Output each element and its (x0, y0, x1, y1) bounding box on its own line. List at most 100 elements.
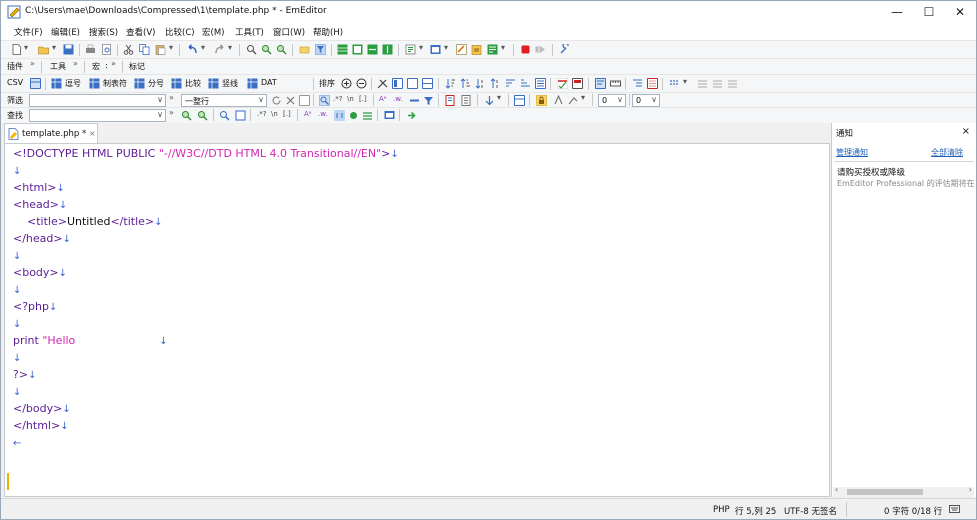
ruler-icon[interactable] (610, 78, 621, 89)
maximize-button[interactable]: ☐ (913, 1, 945, 23)
tools-overflow-icon[interactable]: » (73, 59, 78, 68)
minimize-button[interactable]: — (881, 1, 913, 23)
find-clear-icon[interactable] (219, 110, 230, 121)
snippets-icon[interactable] (456, 44, 467, 55)
filter-down-dropdown-icon[interactable]: ▾ (497, 93, 501, 102)
notification-item[interactable]: 请购买授权或降级 EmEditor Professional 的评估期将在 (834, 161, 974, 499)
clear-all-link[interactable]: 全部清除 (931, 147, 963, 158)
separator-dropdown-icon[interactable]: ▾ (683, 77, 687, 86)
panel-close-icon[interactable]: × (962, 126, 970, 137)
code-line[interactable]: <!DOCTYPE HTML PUBLIC "-//W3C//DTD HTML … (13, 147, 399, 164)
csv-label[interactable]: CSV (7, 78, 23, 87)
spell-check-icon[interactable] (557, 78, 568, 89)
filter-contents-icon[interactable] (461, 95, 472, 106)
dat-icon[interactable] (247, 78, 258, 89)
open-file-icon[interactable] (38, 44, 49, 55)
close-button[interactable]: ✕ (944, 1, 976, 23)
filter-style-dropdown-icon[interactable]: ▾ (581, 93, 585, 102)
find-wildcard-label[interactable]: .*? (257, 110, 266, 118)
sort-options-icon[interactable] (535, 78, 546, 89)
menu-compare[interactable]: 比较(C) (165, 26, 195, 38)
run-macro-icon[interactable] (535, 44, 546, 55)
find-overflow-icon[interactable]: » (169, 108, 174, 117)
menu-help[interactable]: 帮助(H) (313, 26, 343, 38)
find-incremental-icon[interactable] (334, 110, 345, 121)
find-escape-label[interactable]: \n (271, 110, 278, 118)
filter-style-icon[interactable] (568, 95, 579, 106)
highlight-icon[interactable] (299, 44, 310, 55)
code-line[interactable]: </head>↓ (13, 232, 71, 249)
filter-input[interactable]: ∨ (29, 94, 166, 107)
find-highlight-icon[interactable] (348, 110, 359, 121)
delete-column-icon[interactable] (356, 78, 367, 89)
customize-icon[interactable] (559, 44, 570, 55)
indent-icon[interactable] (632, 78, 643, 89)
find-word-label[interactable]: .w. (318, 110, 328, 118)
find-case-label[interactable]: Aᵃ (304, 110, 312, 118)
code-line[interactable]: ↓ (13, 385, 21, 402)
paste-dropdown-icon[interactable]: ▾ (169, 43, 173, 52)
code-line[interactable]: <head>↓ (13, 198, 67, 215)
filter-tag-icon[interactable] (553, 95, 564, 106)
cut-icon[interactable] (123, 44, 134, 55)
filter-negative-icon[interactable] (409, 95, 420, 106)
scroll-right-icon[interactable]: › (969, 485, 972, 494)
tab-separated-icon[interactable] (89, 78, 100, 89)
code-line[interactable]: ↓ (13, 164, 21, 181)
grid-icon[interactable] (422, 78, 433, 89)
filter-number-2-dropdown-icon[interactable]: ∨ (651, 95, 657, 104)
filter-number-1[interactable]: 0 ∨ (598, 94, 626, 107)
open-dropdown-icon[interactable]: ▾ (52, 43, 56, 52)
panel-horizontal-scrollbar[interactable]: ‹ › (833, 485, 974, 497)
freeze-icon[interactable] (407, 78, 418, 89)
copy-icon[interactable] (139, 44, 150, 55)
plugins-label[interactable]: 插件 (7, 61, 23, 72)
code-line[interactable]: <title>Untitled</title>↓ (13, 215, 163, 232)
keyboard-icon[interactable] (949, 504, 960, 514)
compare-csv-icon[interactable] (171, 78, 182, 89)
code-line[interactable]: ↓ (13, 249, 21, 266)
column-icon[interactable] (392, 78, 403, 89)
status-encoding[interactable]: UTF-8 无签名 (784, 505, 837, 517)
record-macro-icon[interactable] (520, 44, 531, 55)
check-all-icon[interactable] (697, 78, 708, 89)
comma-icon[interactable] (51, 78, 62, 89)
csv-join-icon[interactable] (367, 44, 378, 55)
csv-tools-icon[interactable] (377, 78, 388, 89)
manage-notifications-link[interactable]: 管理通知 (836, 147, 868, 158)
calculator-icon[interactable] (572, 78, 583, 89)
find-go-icon[interactable] (406, 110, 417, 121)
undo-dropdown-icon[interactable]: ▾ (201, 43, 205, 52)
find-all-icon[interactable] (235, 110, 246, 121)
code-line[interactable]: <html>↓ (13, 181, 65, 198)
find-highlight-all-icon[interactable] (362, 110, 373, 121)
filter-advanced-icon[interactable] (299, 95, 310, 106)
outline-icon[interactable] (405, 44, 416, 55)
explorer-icon[interactable] (430, 44, 441, 55)
filter-word-label[interactable]: .w. (393, 95, 403, 103)
plugins-overflow-icon[interactable]: » (30, 59, 35, 68)
sort-label[interactable]: 排序 (319, 78, 335, 89)
find-next-icon[interactable] (261, 44, 272, 55)
menu-window[interactable]: 窗口(W) (273, 26, 305, 38)
filter-case-label[interactable]: Aᵃ (379, 95, 387, 103)
find-next-bar-icon[interactable] (181, 110, 192, 121)
tab-separated-label[interactable]: 制表符 (103, 78, 127, 89)
status-language[interactable]: PHP (713, 505, 730, 515)
print-icon[interactable] (85, 44, 96, 55)
pipe-label[interactable]: 竖线 (222, 78, 238, 89)
code-line[interactable]: </html>↓ (13, 419, 69, 436)
save-icon[interactable] (63, 44, 74, 55)
csv-view-icon[interactable] (30, 78, 41, 89)
clipboard-history-icon[interactable] (471, 44, 482, 55)
code-line[interactable]: <body>↓ (13, 266, 67, 283)
sort-length-asc-icon[interactable] (505, 78, 516, 89)
filter-dropdown-icon[interactable]: ∨ (157, 95, 163, 104)
expand-icon[interactable] (727, 78, 738, 89)
comma-label[interactable]: 逗号 (65, 78, 81, 89)
menu-tools[interactable]: 工具(T) (235, 26, 264, 38)
sort-length-desc-icon[interactable] (520, 78, 531, 89)
marks-label[interactable]: 标记 (129, 61, 145, 72)
new-dropdown-icon[interactable]: ▾ (24, 43, 28, 52)
paste-icon[interactable] (155, 44, 166, 55)
